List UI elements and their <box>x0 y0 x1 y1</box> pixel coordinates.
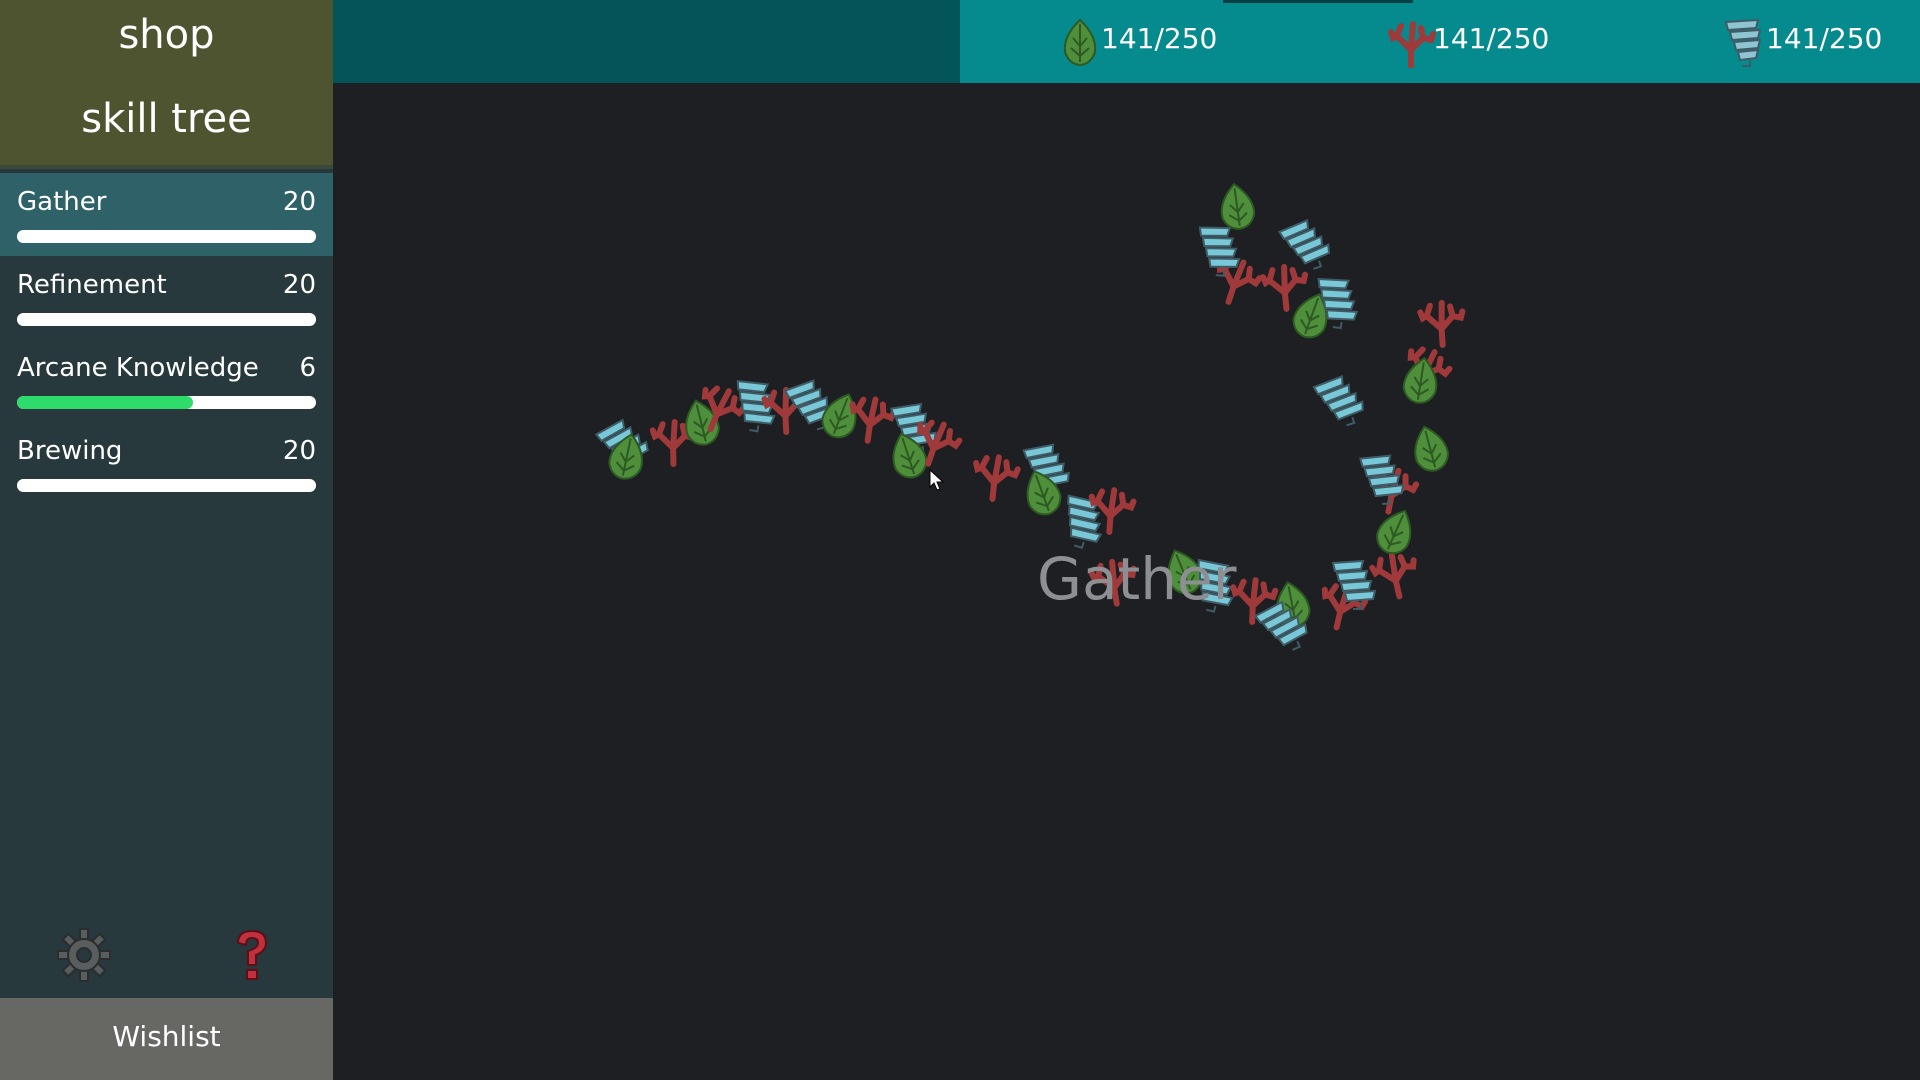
skill-row-brewing[interactable]: Brewing 20 <box>0 422 333 505</box>
leaf-item-icon[interactable] <box>1401 356 1440 406</box>
resource-bar: 141/250 141/250 141/250 <box>333 0 1920 83</box>
crystal-item-icon[interactable] <box>1312 373 1367 431</box>
gear-icon[interactable] <box>54 925 114 985</box>
wishlist-button[interactable]: Wishlist <box>0 998 333 1080</box>
skill-level: 20 <box>282 270 316 300</box>
leaf-icon <box>1055 16 1105 68</box>
skill-name: Brewing <box>17 436 123 466</box>
resource-count: 141/250 <box>1433 22 1550 55</box>
skill-progress-bar <box>17 313 316 326</box>
leaf-item-icon[interactable] <box>818 389 864 443</box>
resource-count: 141/250 <box>1766 22 1883 55</box>
skill-progress-bar <box>17 230 316 243</box>
coral-item-icon[interactable] <box>973 454 1021 502</box>
coral-item-icon[interactable] <box>1417 299 1466 348</box>
leaf-item-icon[interactable] <box>1218 182 1256 231</box>
mouse-cursor-icon <box>929 469 945 491</box>
skill-row-refinement[interactable]: Refinement 20 <box>0 256 333 339</box>
leaf-item-icon[interactable] <box>1372 504 1420 558</box>
skill-level: 20 <box>282 187 316 217</box>
skill-row-arcane-knowledge[interactable]: Arcane Knowledge 6 <box>0 339 333 422</box>
leaf-item-icon[interactable] <box>1019 466 1065 519</box>
shop-button[interactable]: shop <box>0 12 333 58</box>
skill-level: 6 <box>299 353 316 383</box>
skill-row-gather[interactable]: Gather 20 <box>0 173 333 256</box>
coral-icon <box>1387 16 1437 69</box>
skill-progress-bar <box>17 479 316 492</box>
skill-level: 20 <box>282 436 316 466</box>
skill-progress-fill <box>17 396 194 409</box>
resource-panel-highlight <box>1223 0 1413 3</box>
main-menu: shop skill tree <box>0 0 333 165</box>
skill-progress-fill <box>17 313 316 326</box>
skill-name: Refinement <box>17 270 167 300</box>
resource-count: 141/250 <box>1101 22 1218 55</box>
skill-name: Gather <box>17 187 107 217</box>
question-mark-icon[interactable] <box>222 925 282 985</box>
crystal-item-icon[interactable] <box>1277 216 1334 275</box>
coral-item-icon[interactable] <box>1369 551 1420 601</box>
sidebar: shop skill tree Gather 20 Refinement 20 … <box>0 0 333 1080</box>
skill-name: Arcane Knowledge <box>17 353 259 383</box>
menu-divider <box>0 165 333 169</box>
skill-progress-bar <box>17 396 316 409</box>
skill-tree-button[interactable]: skill tree <box>0 96 333 142</box>
leaf-item-icon[interactable] <box>1409 423 1452 475</box>
crystal-item-icon[interactable] <box>1359 454 1405 505</box>
skill-progress-fill <box>17 479 316 492</box>
crystal-icon <box>1720 16 1770 68</box>
resource-panel: 141/250 141/250 141/250 <box>960 0 1920 83</box>
area-label: Gather <box>1037 545 1237 613</box>
skill-progress-fill <box>17 230 316 243</box>
